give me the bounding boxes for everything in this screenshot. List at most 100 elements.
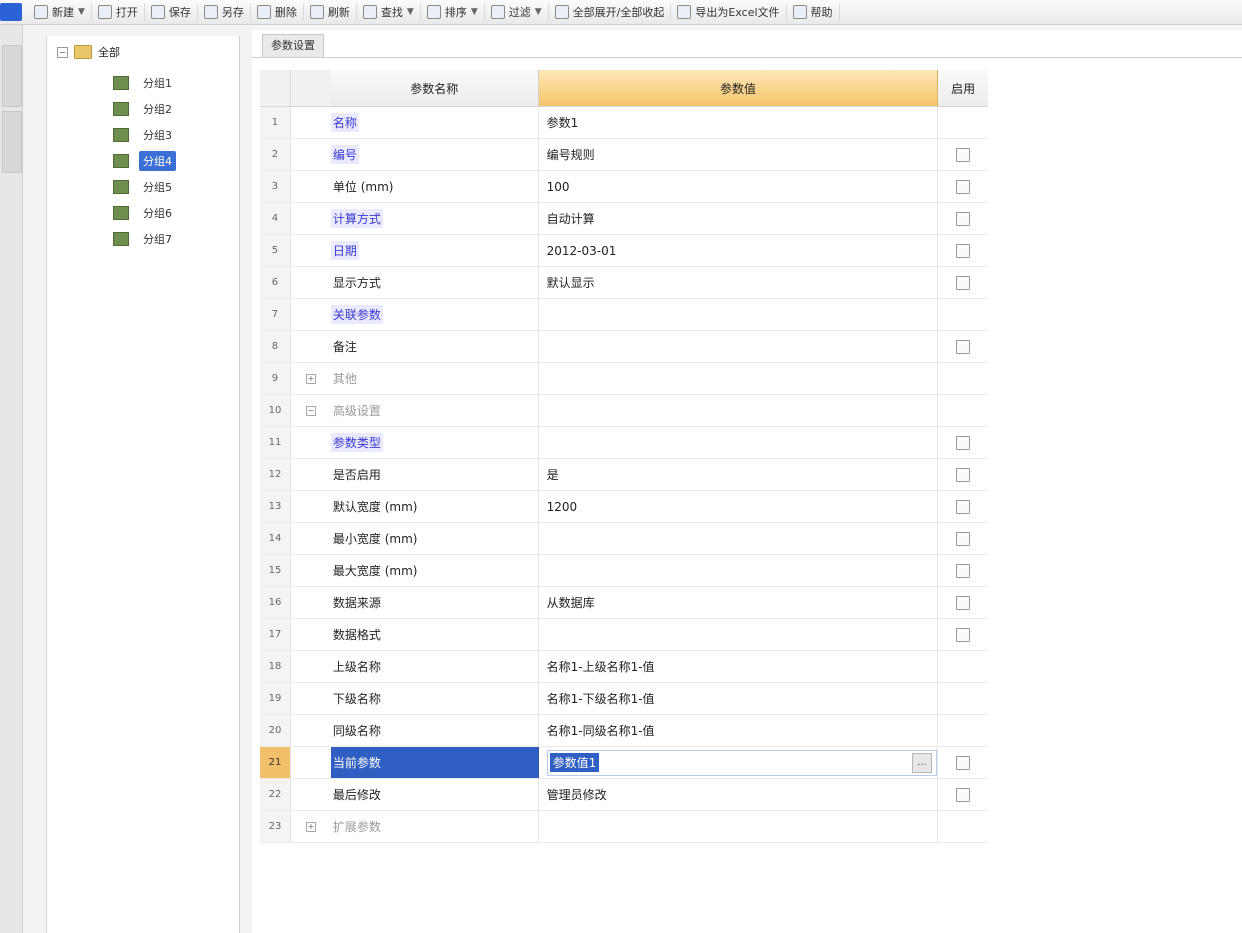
- toolbar-button[interactable]: 新建 ▼: [28, 3, 92, 21]
- param-value-cell[interactable]: 默认显示: [539, 267, 939, 298]
- grid-row[interactable]: 8 备注: [260, 331, 988, 363]
- param-value-cell[interactable]: 自动计算: [539, 203, 939, 234]
- param-name-cell[interactable]: 日期: [330, 235, 539, 266]
- grid-row[interactable]: 10 − 高级设置: [260, 395, 988, 427]
- param-value-cell[interactable]: 编号规则: [539, 139, 939, 170]
- grid-row[interactable]: 3 单位 (mm) 100: [260, 171, 988, 203]
- grid-row[interactable]: 1 名称 参数1: [260, 107, 988, 139]
- param-name-cell[interactable]: 参数类型: [330, 427, 539, 458]
- grid-row[interactable]: 6 显示方式 默认显示: [260, 267, 988, 299]
- param-name-cell[interactable]: 显示方式: [331, 267, 539, 298]
- param-value-cell[interactable]: 名称1-同级名称1-值: [539, 715, 939, 746]
- toolbar-button[interactable]: 过滤 ▼: [485, 3, 549, 21]
- collapse-icon[interactable]: −: [305, 405, 316, 416]
- grid-row[interactable]: 22 最后修改 管理员修改: [260, 779, 988, 811]
- toolbar-button[interactable]: 打开: [92, 3, 145, 21]
- enabled-checkbox[interactable]: [956, 243, 971, 258]
- column-header-name[interactable]: 参数名称: [330, 70, 539, 106]
- param-value-editor[interactable]: 参数值1...: [546, 749, 938, 776]
- enabled-checkbox[interactable]: [956, 467, 971, 482]
- toolbar-button[interactable]: 另存: [198, 3, 251, 21]
- param-value-cell[interactable]: [539, 619, 939, 650]
- param-value-cell[interactable]: 名称1-上级名称1-值: [539, 651, 939, 682]
- param-name-cell[interactable]: 是否启用: [331, 459, 539, 490]
- param-value-cell[interactable]: 2012-03-01: [539, 235, 939, 266]
- grid-row[interactable]: 20 同级名称 名称1-同级名称1-值: [260, 715, 988, 747]
- param-value-cell[interactable]: [539, 427, 939, 458]
- left-nav-tab[interactable]: [2, 45, 22, 107]
- param-name-cell[interactable]: 当前参数: [330, 747, 539, 778]
- param-name-cell[interactable]: 计算方式: [330, 203, 539, 234]
- param-name-cell[interactable]: 下级名称: [331, 683, 539, 714]
- enabled-checkbox[interactable]: [956, 179, 971, 194]
- param-name-cell[interactable]: 扩展参数: [331, 811, 539, 842]
- grid-row[interactable]: 4 计算方式 自动计算: [260, 203, 988, 235]
- toolbar-button[interactable]: 排序 ▼: [421, 3, 485, 21]
- param-name-cell[interactable]: 最大宽度 (mm): [331, 555, 539, 586]
- param-value-cell[interactable]: 参数1: [539, 107, 939, 138]
- grid-row[interactable]: 9 + 其他: [260, 363, 988, 395]
- toolbar-button[interactable]: 帮助: [787, 3, 840, 21]
- grid-row[interactable]: 11 参数类型: [260, 427, 988, 459]
- enabled-checkbox[interactable]: [956, 627, 971, 642]
- param-name-cell[interactable]: 上级名称: [331, 651, 539, 682]
- enabled-checkbox[interactable]: [956, 755, 971, 770]
- enabled-checkbox[interactable]: [956, 211, 971, 226]
- param-name-cell[interactable]: 其他: [331, 363, 539, 394]
- param-value-cell[interactable]: 从数据库: [539, 587, 939, 618]
- param-value-cell[interactable]: [539, 299, 939, 330]
- param-name-cell[interactable]: 关联参数: [330, 299, 539, 330]
- grid-row[interactable]: 15 最大宽度 (mm): [260, 555, 988, 587]
- grid-row[interactable]: 5 日期 2012-03-01: [260, 235, 988, 267]
- enabled-checkbox[interactable]: [956, 339, 971, 354]
- left-nav-tab[interactable]: [2, 111, 22, 173]
- toolbar-button[interactable]: 导出为Excel文件: [671, 3, 787, 21]
- param-name-cell[interactable]: 编号: [330, 139, 539, 170]
- collapse-icon[interactable]: −: [57, 46, 68, 58]
- param-value-cell[interactable]: 1200: [539, 491, 939, 522]
- param-value-cell[interactable]: 管理员修改: [539, 779, 939, 810]
- param-name-cell[interactable]: 单位 (mm): [331, 171, 539, 202]
- enabled-checkbox[interactable]: [956, 595, 971, 610]
- grid-row[interactable]: 2 编号 编号规则: [260, 139, 988, 171]
- grid-row[interactable]: 14 最小宽度 (mm): [260, 523, 988, 555]
- ellipsis-button[interactable]: ...: [912, 752, 933, 773]
- toolbar-button[interactable]: 查找 ▼: [357, 3, 421, 21]
- enabled-checkbox[interactable]: [956, 147, 971, 162]
- param-name-cell[interactable]: 数据来源: [331, 587, 539, 618]
- grid-row[interactable]: 12 是否启用 是: [260, 459, 988, 491]
- toolbar-button[interactable]: 刷新: [304, 3, 357, 21]
- param-value-cell[interactable]: 100: [539, 171, 939, 202]
- param-name-cell[interactable]: 名称: [330, 107, 539, 138]
- grid-row[interactable]: 23 + 扩展参数: [260, 811, 988, 843]
- toolbar-button[interactable]: 删除: [251, 3, 304, 21]
- param-value-cell[interactable]: [539, 523, 939, 554]
- param-name-cell[interactable]: 数据格式: [331, 619, 539, 650]
- param-value-cell[interactable]: [539, 363, 939, 394]
- param-name-cell[interactable]: 最后修改: [331, 779, 539, 810]
- chevron-down-icon[interactable]: ▼: [78, 7, 85, 17]
- param-name-cell[interactable]: 同级名称: [331, 715, 539, 746]
- tree-item[interactable]: 分组1: [113, 70, 176, 96]
- param-name-cell[interactable]: 最小宽度 (mm): [331, 523, 539, 554]
- enabled-checkbox[interactable]: [956, 531, 971, 546]
- toolbar-button[interactable]: 保存: [145, 3, 198, 21]
- param-value-cell[interactable]: 是: [539, 459, 939, 490]
- param-name-cell[interactable]: 默认宽度 (mm): [331, 491, 539, 522]
- tree-item[interactable]: 分组6: [113, 200, 176, 226]
- tree-item[interactable]: 分组7: [113, 226, 176, 252]
- tree-item[interactable]: 分组3: [113, 122, 176, 148]
- param-value-cell[interactable]: [539, 555, 939, 586]
- param-value-cell[interactable]: [539, 811, 939, 842]
- toolbar-button[interactable]: 全部展开/全部收起: [549, 3, 672, 21]
- tree-item[interactable]: 分组2: [113, 96, 176, 122]
- grid-row[interactable]: 18 上级名称 名称1-上级名称1-值: [260, 651, 988, 683]
- grid-row[interactable]: 17 数据格式: [260, 619, 988, 651]
- grid-row[interactable]: 16 数据来源 从数据库: [260, 587, 988, 619]
- tree-item[interactable]: 分组4: [113, 148, 176, 174]
- grid-row[interactable]: 19 下级名称 名称1-下级名称1-值: [260, 683, 988, 715]
- enabled-checkbox[interactable]: [956, 563, 971, 578]
- expand-icon[interactable]: +: [305, 373, 316, 384]
- column-header-enabled[interactable]: 启用: [938, 70, 988, 106]
- chevron-down-icon[interactable]: ▼: [535, 7, 542, 17]
